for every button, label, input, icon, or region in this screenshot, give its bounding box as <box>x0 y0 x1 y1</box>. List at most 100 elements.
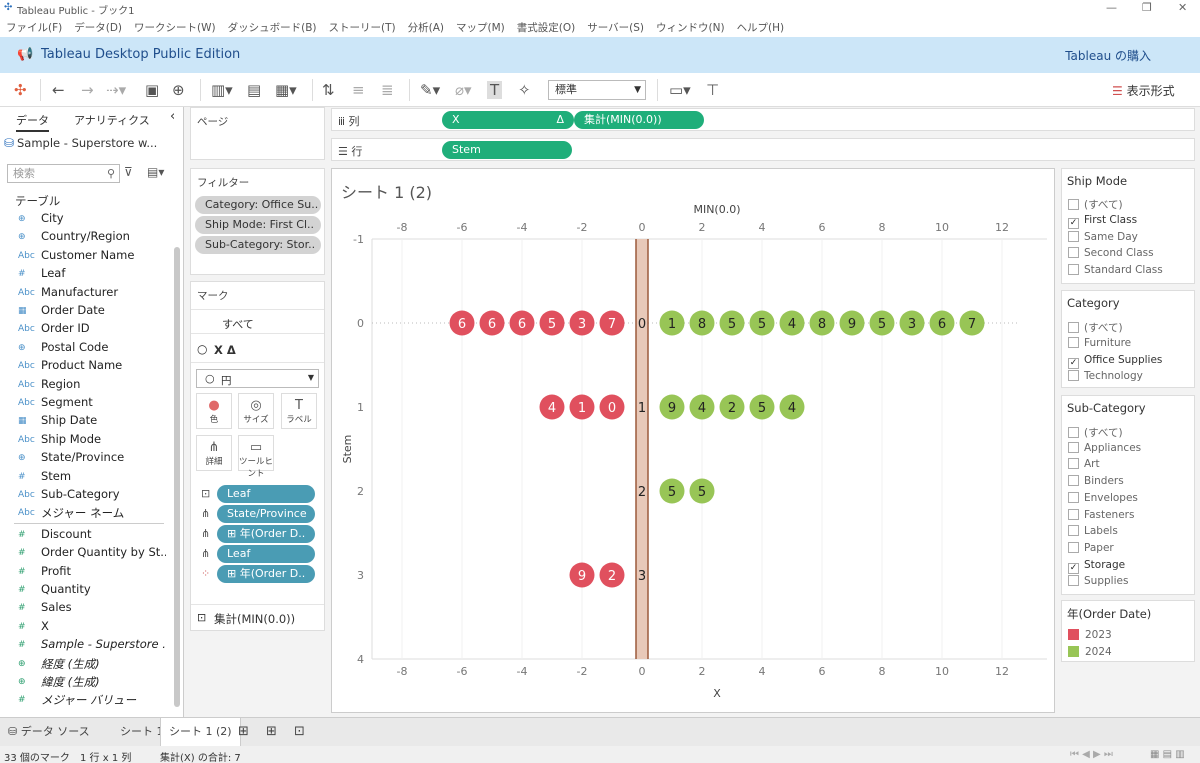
filter-option[interactable]: Same Day <box>1068 230 1138 243</box>
field-item[interactable]: Profit <box>41 564 166 578</box>
checkbox[interactable] <box>1068 525 1079 537</box>
field-item[interactable]: Discount <box>41 527 166 541</box>
checkbox[interactable] <box>1068 508 1079 520</box>
filter-option[interactable]: (すべて) <box>1068 197 1123 212</box>
field-item[interactable]: Stem <box>41 469 166 483</box>
clear-sheet-icon[interactable]: ▦▾ <box>275 81 297 99</box>
checkbox[interactable]: ✓ <box>1068 217 1079 229</box>
menu-help[interactable]: ヘルプ(H) <box>737 20 785 35</box>
field-item[interactable]: メジャー ネーム <box>41 505 166 521</box>
highlight-icon[interactable]: ✎▾ <box>420 81 440 99</box>
field-item[interactable]: X <box>41 619 166 633</box>
filter-option[interactable]: Fasteners <box>1068 508 1134 521</box>
checkbox[interactable] <box>1068 458 1079 470</box>
redo-icon[interactable]: → <box>81 81 94 99</box>
show-me-button[interactable]: ☰ 表示形式 <box>1112 82 1175 99</box>
fit-select[interactable]: 標準 ▼ <box>548 80 646 100</box>
filter-option[interactable]: Technology <box>1068 370 1143 382</box>
menu-worksheet[interactable]: ワークシート(W) <box>134 20 216 35</box>
collapse-pane-icon[interactable]: ‹ <box>170 109 175 124</box>
search-input[interactable]: 検索 ⚲ <box>7 164 120 183</box>
rows-shelf[interactable]: ☰ 行 Stem <box>331 138 1195 161</box>
marks-pill-year-detail[interactable]: ⊞ 年(Order D.. <box>217 525 315 543</box>
field-item[interactable]: Sales <box>41 600 166 614</box>
filter-option[interactable]: (すべて) <box>1068 320 1123 335</box>
stem-leaf-chart[interactable]: -8-8-6-6-4-4-2-2002244668810101212-10123… <box>332 169 1054 712</box>
columns-pill-min[interactable]: 集計(MIN(0.0)) <box>574 111 704 129</box>
data-pane-scrollbar[interactable] <box>174 247 180 707</box>
view-mode-icon[interactable]: ▦ ▤ ▥ <box>1150 749 1185 760</box>
menu-map[interactable]: マップ(M) <box>456 20 505 35</box>
tooltip-button[interactable]: ▭ ツールヒント <box>238 435 274 479</box>
new-datasource-icon[interactable]: ⊕ <box>172 81 185 99</box>
checkbox[interactable] <box>1068 230 1079 242</box>
new-story-icon[interactable]: ⊡ <box>286 718 313 746</box>
group-icon[interactable]: ⌀▾ <box>455 81 472 99</box>
filter-option[interactable]: Art <box>1068 458 1100 470</box>
pages-card[interactable]: ページ <box>190 107 325 160</box>
field-item[interactable]: Product Name <box>41 358 166 372</box>
color-button[interactable]: ● 色 <box>196 393 232 429</box>
buy-tableau-link[interactable]: Tableau の購入 <box>1065 47 1151 64</box>
checkbox[interactable] <box>1068 322 1079 333</box>
checkbox[interactable] <box>1068 199 1079 210</box>
tableau-home-icon[interactable]: ✣ <box>14 81 27 99</box>
menu-window[interactable]: ウィンドウ(N) <box>656 20 725 35</box>
marks-pill-leaf-detail[interactable]: Leaf <box>217 545 315 563</box>
tab-analytics[interactable]: アナリティクス <box>74 112 150 128</box>
datasource-name[interactable]: Sample - Superstore w... <box>17 136 172 150</box>
filter-option[interactable]: Paper <box>1068 541 1114 554</box>
detail-button[interactable]: ⋔ 詳細 <box>196 435 232 471</box>
size-button[interactable]: ◎ サイズ <box>238 393 274 429</box>
field-item[interactable]: Country/Region <box>41 229 166 243</box>
filter-option[interactable]: Standard Class <box>1068 264 1163 276</box>
checkbox[interactable] <box>1068 336 1079 348</box>
legend-item[interactable]: 2024 <box>1068 646 1112 658</box>
filter-option[interactable]: Furniture <box>1068 336 1131 349</box>
field-item[interactable]: Order Date <box>41 303 166 317</box>
filter-option[interactable]: Supplies <box>1068 575 1128 587</box>
view-options-icon[interactable]: ▤▾ <box>147 165 164 179</box>
label-button[interactable]: T ラベル <box>281 393 317 429</box>
new-dashboard-icon[interactable]: ⊞ <box>258 718 285 746</box>
field-item[interactable]: 経度 (生成) <box>41 656 166 672</box>
filter-pill-category[interactable]: Category: Office Su.. <box>195 196 321 214</box>
checkbox[interactable] <box>1068 370 1079 382</box>
checkbox[interactable] <box>1068 427 1079 438</box>
checkbox[interactable] <box>1068 247 1079 259</box>
marks-pill-year-color[interactable]: ⊞ 年(Order D.. <box>217 565 315 583</box>
close-button[interactable]: ✕ <box>1178 1 1187 14</box>
menu-data[interactable]: データ(D) <box>74 20 122 35</box>
field-item[interactable]: Quantity <box>41 582 166 596</box>
minimize-button[interactable]: — <box>1106 1 1117 14</box>
marks-layer-min[interactable]: ⊡ 集計(MIN(0.0)) <box>191 604 324 630</box>
filter-option[interactable]: ✓ Storage <box>1068 559 1125 574</box>
filter-pill-ship-mode[interactable]: Ship Mode: First Cl.. <box>195 216 321 234</box>
marks-pill-state-detail[interactable]: State/Province <box>217 505 315 523</box>
menu-story[interactable]: ストーリー(T) <box>329 20 396 35</box>
mark-type-select[interactable]: ○ 円 ▼ <box>196 369 319 388</box>
field-item[interactable]: Order Quantity by St... <box>41 545 166 559</box>
field-item[interactable]: Leaf <box>41 266 166 280</box>
checkbox[interactable] <box>1068 491 1079 503</box>
filter-option[interactable]: (すべて) <box>1068 425 1123 440</box>
new-worksheet-icon[interactable]: ▥▾ <box>211 81 233 99</box>
field-item[interactable]: State/Province <box>41 450 166 464</box>
checkbox[interactable] <box>1068 541 1079 553</box>
field-item[interactable]: Ship Date <box>41 413 166 427</box>
swap-rows-columns-icon[interactable]: ⇅ <box>322 81 335 99</box>
columns-shelf[interactable]: ⅲ 列 X Δ 集計(MIN(0.0)) <box>331 108 1195 131</box>
filter-option[interactable]: Binders <box>1068 475 1124 487</box>
field-item[interactable]: Sample - Superstore ... <box>41 637 166 651</box>
presentation-mode-icon[interactable]: ⊤ <box>706 81 719 99</box>
replay-icon[interactable]: ⇢▾ <box>106 81 126 99</box>
filter-option[interactable]: Labels <box>1068 525 1118 537</box>
undo-icon[interactable]: ← <box>52 81 65 99</box>
checkbox[interactable] <box>1068 475 1079 487</box>
marks-all-layer[interactable]: すべて <box>191 309 324 334</box>
field-item[interactable]: Region <box>41 377 166 391</box>
sheet-navigation-icon[interactable]: ⏮ ◀ ▶ ⏭ <box>1070 749 1113 760</box>
legend-item[interactable]: 2023 <box>1068 629 1112 641</box>
tab-sheet-1-2[interactable]: シート 1 (2) <box>160 718 241 746</box>
filter-option[interactable]: Second Class <box>1068 247 1154 259</box>
